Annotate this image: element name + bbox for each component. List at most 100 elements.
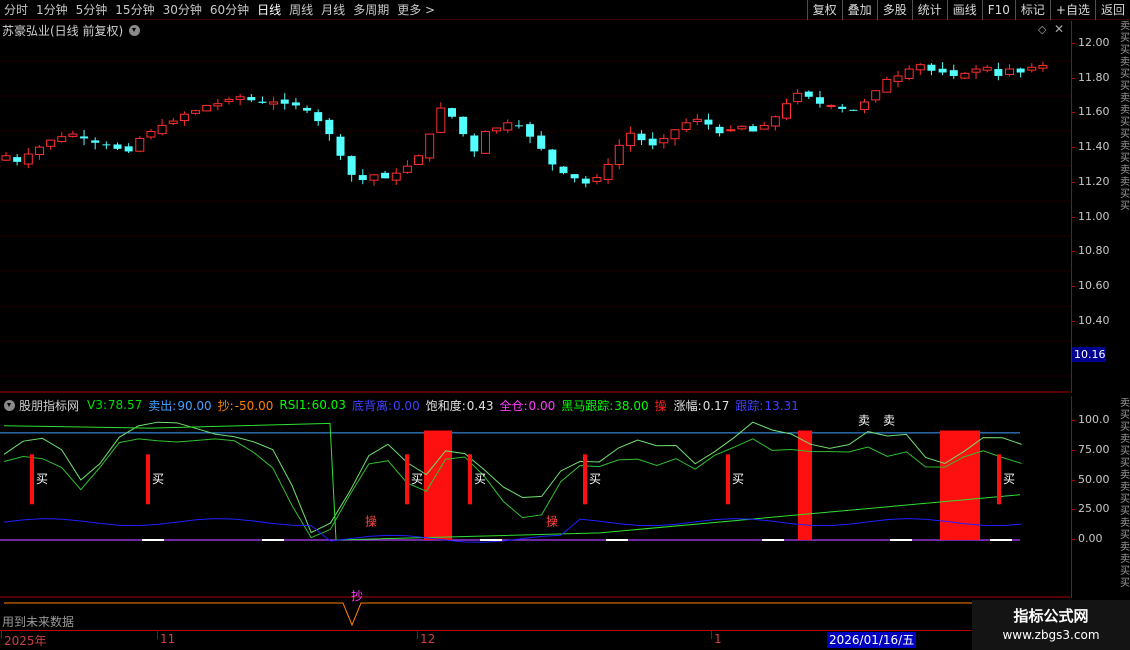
candle	[414, 154, 424, 165]
candle	[849, 109, 858, 112]
indicator-dropdown-icon[interactable]	[4, 399, 15, 411]
candle	[269, 96, 279, 111]
indicator-pane[interactable]: 买买买买买买买卖卖操操 股朋指标网 V3:78.57 卖出:90.00 抄:-50.…	[0, 396, 1070, 598]
candle	[179, 111, 189, 126]
indicator-chart[interactable]: 买买买买买买买卖 卖操操	[0, 396, 1070, 598]
signal-bar	[798, 430, 812, 540]
candle	[838, 103, 847, 113]
candle	[648, 132, 657, 150]
toolbar-button-3[interactable]: 统计	[911, 0, 947, 20]
buy-signal-label: 买	[732, 472, 744, 486]
indicator-title-row: 股朋指标网 V3:78.57 卖出:90.00 抄:-50.00 RSI1:60.03…	[2, 396, 805, 414]
diamond-icon[interactable]: ◇	[1038, 23, 1046, 36]
side-strip-bottom: 卖买买卖买买卖卖买买卖买卖卖买买	[1120, 398, 1130, 589]
candle	[915, 63, 925, 75]
candle	[34, 145, 44, 160]
candle	[402, 160, 412, 174]
toolbar-button-2[interactable]: 多股	[876, 0, 912, 20]
indicator-value-number: 90.00	[177, 398, 212, 413]
candle	[581, 176, 590, 188]
indicator-tick: 25.00	[1071, 502, 1110, 516]
period-tab-2[interactable]: 5分钟	[72, 0, 112, 20]
candle	[715, 124, 724, 137]
candlestick-chart[interactable]	[0, 21, 1070, 393]
candle	[191, 109, 201, 115]
candle	[57, 132, 67, 143]
period-tab-8[interactable]: 月线	[317, 0, 349, 20]
buy-bar	[468, 454, 472, 505]
period-tab-7[interactable]: 周线	[285, 0, 317, 20]
candle	[23, 147, 33, 169]
toolbar-button-5[interactable]: F10	[981, 0, 1015, 20]
toolbar-buttons: 复权 叠加 多股 统计 画线 F10 标记 +自选 返回	[806, 0, 1130, 20]
sell-signal-label: 卖	[883, 414, 895, 428]
toolbar-button-0[interactable]: 复权	[806, 0, 842, 20]
indicator-value-label: 全仓:	[499, 398, 528, 413]
buy-signal-label: 买	[1003, 472, 1015, 486]
indicator-value-label: 底背离:	[351, 398, 392, 413]
indicator-value-number: 0.00	[528, 398, 556, 413]
indicator-tick: 100.0	[1071, 413, 1110, 426]
candle	[927, 63, 936, 76]
buy-bar	[30, 454, 34, 505]
side-strip-top: 卖买买卖买买卖卖买买卖买卖卖买买	[1120, 21, 1130, 212]
candle	[893, 70, 903, 88]
buy-bar	[997, 454, 1001, 505]
buy-signal-label: 买	[474, 472, 486, 486]
period-tab-0[interactable]: 分时	[0, 0, 32, 20]
toolbar-button-4[interactable]: 画线	[946, 0, 982, 20]
period-tab-4[interactable]: 30分钟	[159, 0, 206, 20]
candle	[704, 113, 713, 130]
indicator-value-label: V3:	[87, 398, 107, 412]
date-axis: 2026/01/16/五 2025年 11 12 1	[0, 630, 1070, 650]
candle	[102, 141, 111, 150]
indicator-tick: 75.00	[1071, 442, 1110, 456]
candle	[659, 134, 669, 149]
period-tab-1[interactable]: 1分钟	[32, 0, 72, 20]
candle	[537, 131, 546, 151]
period-tab-6[interactable]: 日线	[253, 0, 285, 20]
candle	[470, 133, 479, 157]
candle	[480, 130, 490, 154]
period-tab-10[interactable]: 更多 >	[393, 0, 439, 20]
candle	[871, 89, 881, 103]
price-tick: 10.40	[1071, 313, 1110, 327]
indicator-value-label: 操	[654, 398, 667, 413]
buy-bar	[405, 454, 409, 505]
price-tick: 10.80	[1071, 244, 1110, 258]
candle	[971, 64, 981, 79]
candle	[425, 133, 435, 162]
candle	[492, 127, 502, 134]
toolbar-button-7[interactable]: +自选	[1049, 0, 1095, 20]
close-icon[interactable]: ✕	[1054, 22, 1064, 36]
candle	[882, 76, 892, 93]
candle	[247, 93, 256, 103]
candle	[280, 93, 289, 110]
period-tab-5[interactable]: 60分钟	[206, 0, 253, 20]
candle	[436, 102, 446, 134]
candle	[793, 89, 803, 105]
indicator-value: 黑马跟踪:38.00	[561, 397, 648, 414]
toolbar-button-6[interactable]: 标记	[1014, 0, 1050, 20]
candle	[391, 168, 401, 185]
dropdown-icon[interactable]	[129, 24, 141, 36]
indicator-tick: 0.00	[1071, 532, 1103, 546]
candle	[1005, 64, 1014, 77]
buy-bar	[726, 454, 730, 505]
candle	[603, 158, 613, 185]
candle	[13, 154, 22, 166]
buy-bar	[583, 454, 587, 505]
period-tab-3[interactable]: 15分钟	[111, 0, 158, 20]
candle	[124, 143, 133, 154]
indicator-value: 卖出:90.00	[148, 397, 211, 414]
watermark-title: 指标公式网	[1013, 607, 1089, 625]
toolbar-button-8[interactable]: 返回	[1094, 0, 1130, 20]
candle	[1, 151, 11, 161]
indicator-name: 股朋指标网	[19, 398, 80, 413]
candle	[782, 98, 791, 121]
period-tab-9[interactable]: 多周期	[349, 0, 393, 20]
date-tick	[1, 631, 2, 639]
candlestick-pane[interactable]: 苏豪弘业(日线 前复权) ◇ ✕	[0, 21, 1070, 393]
toolbar-button-1[interactable]: 叠加	[841, 0, 877, 20]
candle	[625, 126, 635, 152]
